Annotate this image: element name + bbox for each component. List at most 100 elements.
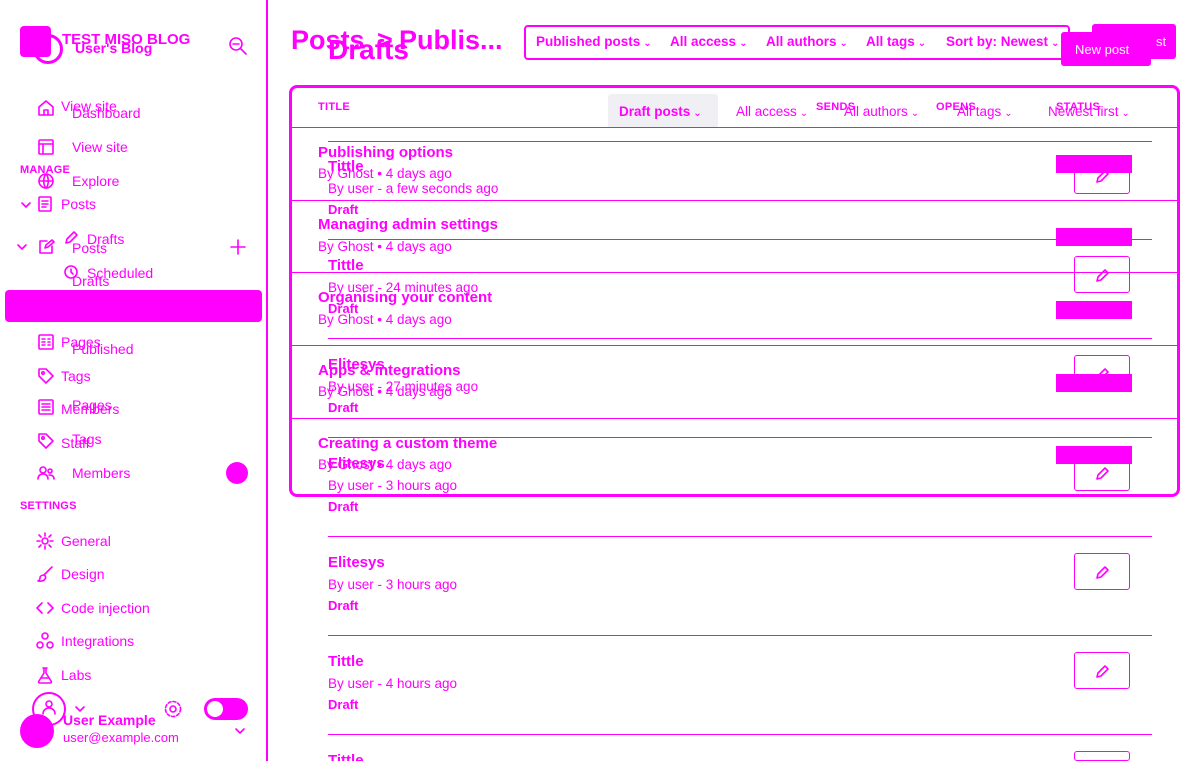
draft-filter-type[interactable]: Draft posts ⌄: [619, 104, 702, 122]
filter-label: All tags: [957, 104, 1002, 119]
sidebar-item-members-2[interactable]: Members: [72, 465, 130, 481]
new-post-label: New post: [1075, 42, 1130, 57]
members-icon: [37, 398, 55, 416]
integrations-icon: [36, 632, 54, 650]
draft-row-title[interactable]: Tittle: [328, 752, 364, 761]
col-title-header: TITLE: [318, 101, 351, 113]
chevron-down-icon: ⌄: [1004, 108, 1013, 119]
row-divider: [292, 345, 1177, 346]
draft-filter-authors[interactable]: All authors ⌄: [844, 104, 919, 122]
filter-published-posts[interactable]: Published posts ⌄: [536, 34, 652, 52]
filter-label: Published posts: [536, 34, 641, 49]
edit-button[interactable]: [1074, 454, 1130, 491]
edit-button[interactable]: [1074, 157, 1130, 194]
draft-row-status: Draft: [328, 301, 359, 316]
draft-filter-sort[interactable]: Newest first ⌄: [1048, 104, 1130, 122]
published-row-meta: By Ghost • 4 days ago: [318, 239, 452, 254]
filter-sort[interactable]: Sort by: Newest ⌄: [946, 34, 1059, 52]
draft-row-divider: [328, 338, 1152, 339]
chevron-down-icon[interactable]: [15, 240, 29, 254]
draft-row-status: Draft: [328, 202, 359, 217]
page-title-drafts: Drafts: [328, 34, 409, 65]
sidebar-item-labs[interactable]: Labs: [61, 667, 91, 683]
row-divider: [292, 418, 1177, 419]
sidebar-item-explore[interactable]: Explore: [72, 173, 119, 189]
sidebar-item-drafts-2[interactable]: Drafts: [72, 273, 109, 289]
filter-label: All authors: [766, 34, 837, 49]
settings-gear-icon[interactable]: [163, 699, 183, 719]
members-badge: [226, 462, 248, 484]
published-row-title[interactable]: Managing admin settings: [318, 216, 498, 234]
draft-row-title[interactable]: Elitesys: [328, 455, 385, 473]
chevron-down-icon: ⌄: [1121, 108, 1130, 119]
sidebar-item-posts[interactable]: Posts: [61, 196, 96, 212]
filter-label: All access: [736, 104, 797, 119]
edit-button[interactable]: [1074, 553, 1130, 590]
filter-access[interactable]: All access ⌄: [670, 34, 747, 52]
pencil-icon: [1096, 467, 1109, 480]
filter-authors[interactable]: All authors ⌄: [766, 34, 848, 52]
filter-tags[interactable]: All tags ⌄: [866, 34, 926, 52]
blog-logo-ring: [33, 34, 63, 64]
draft-row-title[interactable]: Tittle: [328, 653, 364, 671]
search-icon[interactable]: [227, 35, 249, 57]
draft-filter-access[interactable]: All access ⌄: [736, 104, 808, 122]
status-badge: [1056, 228, 1132, 246]
sidebar-item-integrations[interactable]: Integrations: [61, 633, 134, 649]
chevron-down-icon: ⌄: [1051, 38, 1060, 49]
filter-label: All tags: [866, 34, 915, 49]
row-divider: [292, 200, 1177, 201]
new-post-button-2[interactable]: New post: [1061, 32, 1151, 66]
dark-mode-toggle[interactable]: [204, 698, 248, 720]
draft-row-title[interactable]: Elitesys: [328, 356, 385, 374]
edit-button[interactable]: [1074, 355, 1130, 392]
sidebar-item-general[interactable]: General: [61, 533, 111, 549]
pencil-icon: [1096, 170, 1109, 183]
avatar[interactable]: [20, 714, 54, 748]
edit-button[interactable]: [1074, 652, 1130, 689]
edit-button[interactable]: [1074, 256, 1130, 293]
sidebar-item-pages-2[interactable]: Pages: [72, 397, 112, 413]
draft-row-meta: By user - 4 hours ago: [328, 676, 458, 691]
sidebar-item-tags-2[interactable]: Tags: [72, 431, 102, 447]
sidebar-item-posts-2[interactable]: Posts: [72, 240, 107, 256]
status-badge: [1056, 301, 1132, 319]
draft-row-divider: [328, 734, 1152, 735]
row-divider: [292, 272, 1177, 273]
draft-row-title[interactable]: Tittle: [328, 158, 364, 176]
draft-filter-tags[interactable]: All tags ⌄: [957, 104, 1013, 122]
chevron-down-icon[interactable]: [233, 724, 247, 738]
draft-row-meta: By user - 3 hours ago: [328, 577, 458, 592]
sidebar-item-published[interactable]: Published: [72, 341, 134, 357]
draft-row-title[interactable]: Tittle: [328, 257, 364, 275]
chevron-down-icon[interactable]: [19, 198, 33, 212]
plus-icon[interactable]: [229, 238, 247, 256]
page-title: Publis...: [399, 25, 503, 55]
blog-subtitle: User's Blog: [75, 40, 153, 56]
draft-row-title[interactable]: Elitesys: [328, 554, 385, 572]
sidebar-item-tags[interactable]: Tags: [61, 368, 91, 384]
sidebar-item-design[interactable]: Design: [61, 566, 105, 582]
draft-row-divider: [328, 536, 1152, 537]
settings-heading: SETTINGS: [20, 500, 77, 512]
user-icon: [40, 698, 58, 716]
edit-posts-icon: [37, 238, 55, 256]
sidebar-item-active-highlight[interactable]: [5, 290, 262, 322]
sidebar-divider: [266, 0, 268, 761]
published-row-title[interactable]: Creating a custom theme: [318, 435, 497, 453]
user-name: User Example: [63, 712, 156, 728]
members-group-icon: [37, 464, 55, 482]
pencil-icon: [1096, 269, 1109, 282]
pencil-icon: [1096, 566, 1109, 579]
sidebar-item-code-injection[interactable]: Code injection: [61, 600, 150, 616]
draft-row-status: Draft: [328, 400, 359, 415]
row-divider: [292, 127, 1177, 128]
draft-row-meta: By user - a few seconds ago: [328, 181, 499, 196]
edit-button[interactable]: [1074, 751, 1130, 761]
chevron-down-icon: ⌄: [839, 38, 848, 49]
sidebar-item-view-site-2[interactable]: View site: [72, 139, 128, 155]
sidebar-item-dashboard[interactable]: Dashboard: [72, 105, 141, 121]
filter-label: Newest first: [1048, 104, 1119, 119]
filter-label: Draft posts: [619, 104, 691, 119]
staff-icon: [37, 432, 55, 450]
